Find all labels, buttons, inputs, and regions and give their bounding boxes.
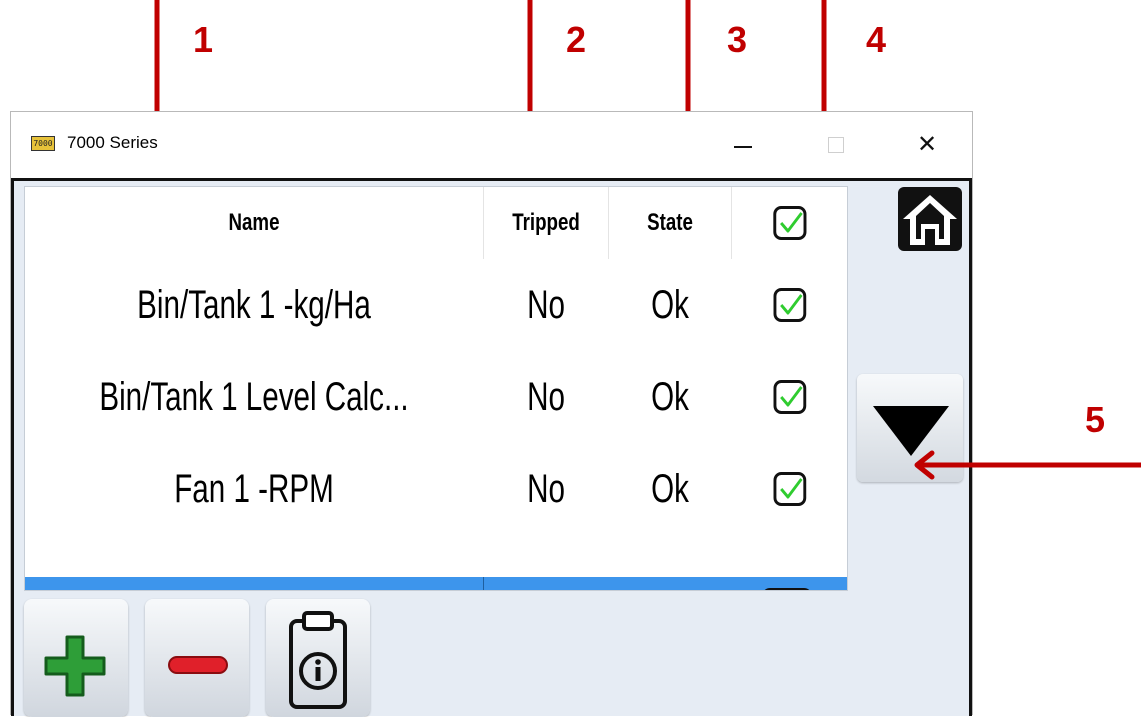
add-button[interactable] (24, 599, 128, 717)
table-row[interactable]: Fan 1 -RPM No Ok (25, 443, 847, 535)
alarm-table[interactable]: Name Tripped State Bin/Tank 1 -kg/Ha No … (24, 186, 848, 591)
plus-icon (44, 635, 106, 697)
row-state: Ok (651, 466, 689, 511)
row-tripped: No (527, 466, 565, 511)
minus-icon (168, 656, 228, 674)
callout-2: 2 (566, 19, 587, 60)
scroll-down-button[interactable] (857, 374, 963, 482)
enabled-checkbox[interactable] (773, 380, 806, 414)
header-state[interactable]: State (622, 187, 717, 259)
app-client-area: Name Tripped State Bin/Tank 1 -kg/Ha No … (11, 178, 972, 717)
title-bar: 7000 7000 Series ✕ (11, 112, 972, 178)
row-enabled[interactable] (747, 443, 832, 535)
table-row[interactable]: Bin/Tank 1 Level Calc... No Ok (25, 351, 847, 443)
check-icon (779, 478, 803, 499)
header-tripped[interactable]: Tripped (498, 187, 595, 259)
row-enabled[interactable] (747, 351, 832, 443)
row-enabled[interactable] (747, 259, 832, 351)
row-name: Fan 1 -RPM (174, 466, 334, 511)
check-icon (779, 212, 803, 233)
callout-4: 4 (866, 19, 887, 60)
checkbox-checked-icon[interactable] (772, 206, 807, 240)
remove-button[interactable] (145, 599, 249, 717)
info-button[interactable] (266, 599, 370, 717)
close-button[interactable]: ✕ (905, 124, 949, 164)
row-tripped: No (527, 374, 565, 419)
app-window: 7000 7000 Series ✕ Name Tripped State Bi… (10, 111, 973, 717)
header-name[interactable]: Name (75, 187, 432, 259)
home-button[interactable] (898, 187, 962, 251)
column-divider (483, 577, 484, 590)
table-row[interactable]: Bin/Tank 1 -kg/Ha No Ok (25, 259, 847, 351)
callout-3: 3 (727, 19, 748, 60)
home-icon (903, 195, 957, 245)
check-icon (779, 386, 803, 407)
minimize-button[interactable] (720, 124, 764, 164)
enabled-checkbox[interactable] (762, 588, 812, 590)
enabled-checkbox[interactable] (773, 472, 806, 506)
window-title: 7000 Series (67, 133, 158, 152)
row-name: Bin/Tank 1 Level Calc... (99, 374, 409, 419)
table-header: Name Tripped State (25, 187, 847, 259)
row-name: Bin/Tank 1 -kg/Ha (137, 282, 371, 327)
table-row-selected[interactable] (25, 577, 847, 590)
row-state: Ok (651, 282, 689, 327)
check-icon (779, 294, 803, 315)
app-icon: 7000 (31, 136, 55, 151)
row-tripped: No (527, 282, 565, 327)
triangle-down-icon (873, 406, 949, 456)
clipboard-info-icon (289, 611, 347, 709)
row-state: Ok (651, 374, 689, 419)
callout-1: 1 (193, 19, 214, 60)
header-enabled[interactable] (745, 187, 835, 259)
maximize-button[interactable] (813, 124, 857, 164)
header-divider (608, 187, 609, 259)
header-divider (731, 187, 732, 259)
header-divider (483, 187, 484, 259)
callout-5: 5 (1085, 399, 1106, 440)
enabled-checkbox[interactable] (773, 288, 806, 322)
